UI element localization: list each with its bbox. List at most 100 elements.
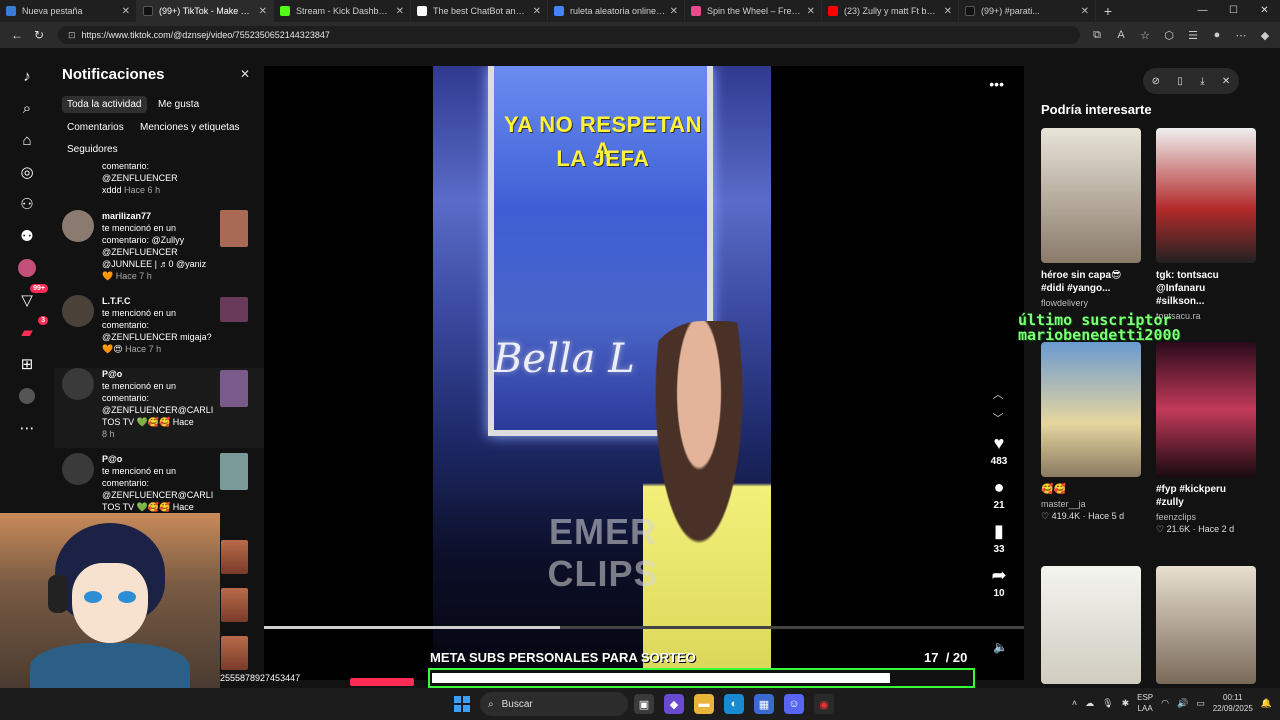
autoscroll-icon[interactable]: ⊘ <box>1152 76 1160 87</box>
video-thumbnail[interactable] <box>221 636 248 670</box>
recommended-video-card[interactable] <box>1041 566 1141 684</box>
close-tab-icon[interactable]: ✕ <box>944 6 952 17</box>
store-icon[interactable]: ▦ <box>754 694 774 714</box>
like-icon[interactable]: ♥ <box>994 433 1005 453</box>
avatar[interactable] <box>62 368 94 400</box>
filter-mentions[interactable]: Menciones y etiquetas <box>135 119 245 136</box>
windows-start-icon[interactable] <box>454 696 470 712</box>
notification-user[interactable]: L.T.F.C <box>102 295 214 307</box>
avatar[interactable] <box>62 453 94 485</box>
bookmark-icon[interactable]: ▮ <box>994 521 1004 541</box>
task-view-icon[interactable]: ▣ <box>634 694 654 714</box>
filter-followers[interactable]: Seguidores <box>62 141 123 158</box>
browser-tab[interactable]: Stream - Kick Dashboard ✕ <box>274 0 411 22</box>
app-available-icon[interactable]: ⧉ <box>1088 29 1106 42</box>
video-thumbnail[interactable] <box>1041 128 1141 263</box>
download-icon[interactable]: ⤓ <box>1200 76 1204 87</box>
recommended-video-card[interactable]: héroe sin capa😎 #didi #yango... flowdeli… <box>1041 128 1141 308</box>
favorite-star-icon[interactable]: ☆ <box>1136 29 1154 42</box>
filter-all-activity[interactable]: Toda la actividad <box>62 96 147 113</box>
upload-icon[interactable]: ⊞ <box>16 354 38 374</box>
video-thumbnail[interactable] <box>1156 128 1256 263</box>
video-author[interactable]: master__ja <box>1041 499 1141 509</box>
video-thumbnail[interactable] <box>1156 342 1256 477</box>
site-info-icon[interactable]: ⊡ <box>68 30 76 41</box>
close-player-icon[interactable]: ✕ <box>1222 76 1230 87</box>
tiktok-logo-icon[interactable]: ♪ <box>16 66 38 86</box>
video-player[interactable]: YA NO RESPETAN A LA JEFA Bella L EMER CL… <box>264 66 1024 680</box>
share-icon[interactable]: ➦ <box>991 565 1006 585</box>
maximize-icon[interactable]: ☐ <box>1218 0 1249 22</box>
list-item[interactable]: comentario: @ZENFLUENCER xddd Hace 6 h <box>54 160 264 200</box>
previous-video-icon[interactable]: ︿ <box>990 383 1006 407</box>
recommended-video-card[interactable]: tgk: tontsacu @Infanaru #silkson... tont… <box>1156 128 1256 321</box>
recommended-video-card[interactable] <box>1156 566 1256 684</box>
video-thumbnail[interactable] <box>1041 566 1141 684</box>
wifi-icon[interactable]: ◠ <box>1161 698 1169 709</box>
video-caption[interactable]: 🥰🥰 <box>1041 483 1141 496</box>
more-nav-icon[interactable]: ⋯ <box>16 418 38 438</box>
video-thumbnail[interactable] <box>220 297 248 322</box>
volume-icon[interactable]: 🔈 <box>993 640 1008 654</box>
back-icon[interactable]: ← <box>6 28 28 42</box>
avatar[interactable] <box>62 295 94 327</box>
list-item[interactable]: P@o te mencionó en un comentario: @ZENFL… <box>54 368 264 448</box>
video-author[interactable]: flowdelivery <box>1041 298 1141 308</box>
list-item[interactable]: marilizan77 te mencionó en un comentario… <box>54 210 264 290</box>
friends-icon[interactable]: ⚉ <box>16 226 38 246</box>
onedrive-icon[interactable]: ☁ <box>1085 698 1094 709</box>
activity-icon[interactable]: ▽ 99+ <box>16 284 48 310</box>
browser-tab-active[interactable]: (99+) TikTok - Make Your Day ✕ <box>137 0 274 22</box>
extensions-icon[interactable]: ⬡ <box>1160 29 1178 42</box>
browser-tab[interactable]: ruleta aleatoria online - Bú... ✕ <box>548 0 685 22</box>
video-thumbnail[interactable] <box>221 540 248 574</box>
close-tab-icon[interactable]: ✕ <box>1081 6 1089 17</box>
video-caption[interactable]: tgk: tontsacu @Infanaru #silkson... <box>1156 269 1256 308</box>
copilot-icon[interactable]: ◆ <box>1256 29 1274 42</box>
home-icon[interactable]: ⌂ <box>16 130 38 150</box>
close-icon[interactable]: ✕ <box>240 67 250 81</box>
copilot-app-icon[interactable]: ◆ <box>664 694 684 714</box>
filter-comments[interactable]: Comentarios <box>62 119 129 136</box>
notification-user[interactable]: P@o <box>102 368 214 380</box>
close-tab-icon[interactable]: ✕ <box>670 6 678 17</box>
more-options-icon[interactable]: ••• <box>989 76 1004 92</box>
language-indicator[interactable]: ESP LAA <box>1137 692 1153 714</box>
close-tab-icon[interactable]: ✕ <box>533 6 541 17</box>
new-tab-button[interactable]: + <box>1096 3 1120 19</box>
recommended-video-card[interactable]: 🥰🥰 master__ja ♡ 419.4K · Hace 5 d <box>1041 342 1141 522</box>
video-thumbnail[interactable] <box>221 588 248 622</box>
next-video-icon[interactable]: ﹀ <box>990 407 1006 431</box>
reader-icon[interactable]: A <box>1112 29 1130 42</box>
tray-overflow-icon[interactable]: ˄ <box>1072 698 1077 708</box>
profile-nav-icon[interactable] <box>16 386 38 406</box>
favorites-icon[interactable]: ☰ <box>1184 29 1202 42</box>
more-menu-icon[interactable]: ⋯ <box>1232 29 1250 42</box>
bluetooth-icon[interactable]: ✱ <box>1122 698 1130 709</box>
video-caption[interactable]: #fyp #kickperu #zully <box>1156 483 1256 509</box>
volume-tray-icon[interactable]: 🔊 <box>1177 698 1188 709</box>
filter-likes[interactable]: Me gusta <box>153 96 204 113</box>
video-progress-bar[interactable] <box>264 626 1024 629</box>
profile-icon[interactable]: ● <box>1208 29 1226 42</box>
taskbar-search[interactable]: ⌕ Buscar <box>480 692 628 716</box>
minimize-icon[interactable]: — <box>1187 0 1218 22</box>
close-tab-icon[interactable]: ✕ <box>807 6 815 17</box>
video-thumbnail[interactable] <box>1156 566 1256 684</box>
video-author[interactable]: feenzclips <box>1156 512 1256 522</box>
video-thumbnail[interactable] <box>1041 342 1141 477</box>
following-icon[interactable]: ⚇ <box>16 194 38 214</box>
mic-icon[interactable]: 🎙 <box>1102 698 1113 709</box>
close-tab-icon[interactable]: ✕ <box>122 6 130 17</box>
file-explorer-icon[interactable]: ▬ <box>694 694 714 714</box>
video-thumbnail[interactable] <box>220 370 248 407</box>
video-thumbnail[interactable] <box>220 210 248 247</box>
close-tab-icon[interactable]: ✕ <box>259 6 267 17</box>
live-icon[interactable] <box>16 258 38 278</box>
discord-icon[interactable]: ☺ <box>784 694 804 714</box>
recommended-video-card[interactable]: #fyp #kickperu #zully feenzclips ♡ 21.6K… <box>1156 342 1256 535</box>
explore-icon[interactable]: ◎ <box>16 162 38 182</box>
notifications-tray-icon[interactable]: 🔔 <box>1261 698 1272 709</box>
video-caption[interactable]: héroe sin capa😎 #didi #yango... <box>1041 269 1141 295</box>
list-item[interactable]: P@o te mencionó en un comentario: @ZENFL… <box>54 453 264 513</box>
